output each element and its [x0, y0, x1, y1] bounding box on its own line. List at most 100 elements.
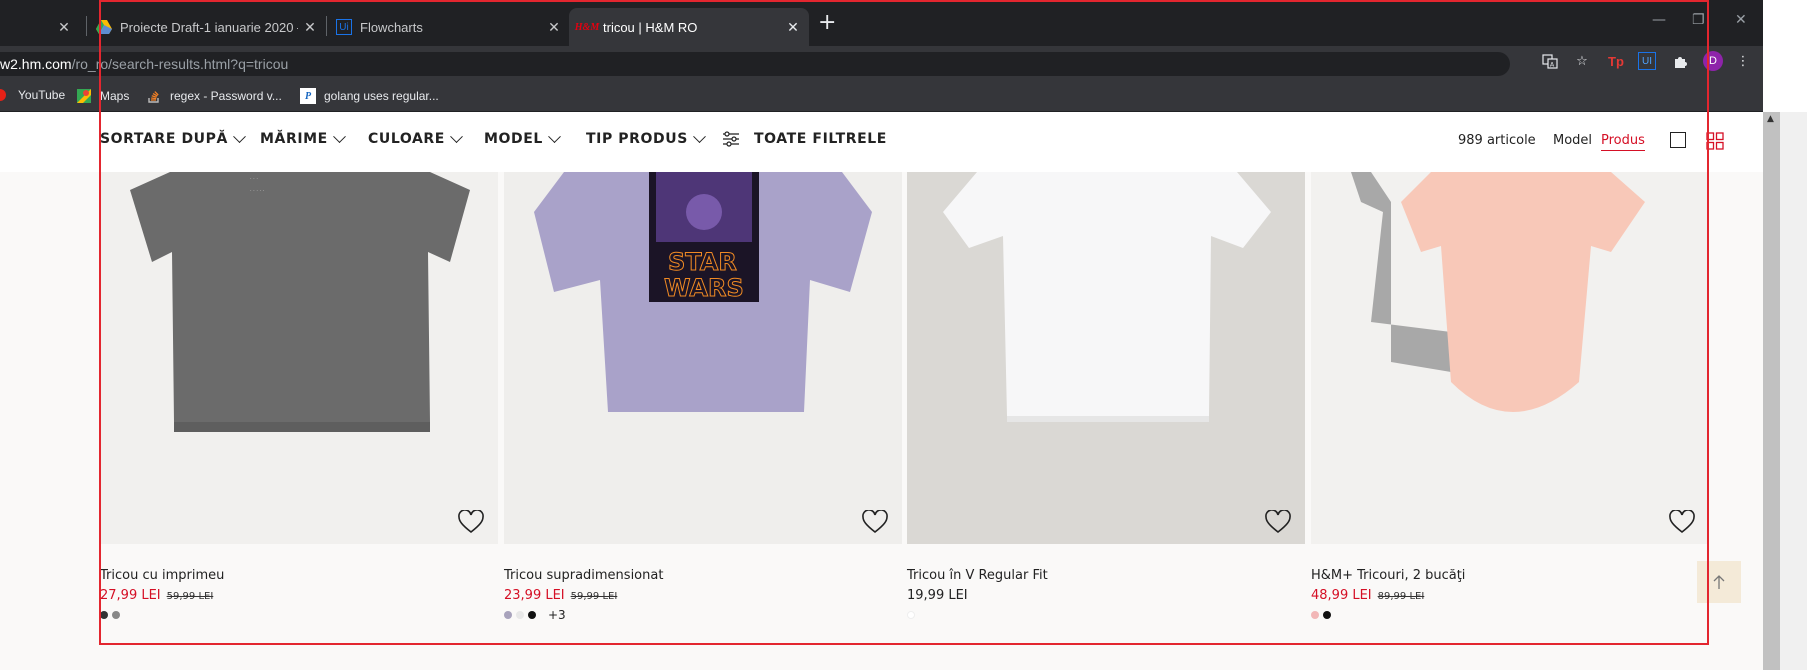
filter-size[interactable]: MĂRIME [260, 129, 346, 147]
color-swatch[interactable] [112, 611, 120, 619]
color-swatch[interactable] [1323, 611, 1331, 619]
restore-button[interactable]: ❐ [1692, 12, 1705, 28]
bookmark-maps[interactable]: Maps [76, 88, 129, 104]
filter-product-type[interactable]: TIP PRODUS [586, 129, 706, 147]
bookmark-youtube[interactable]: YouTube [0, 88, 65, 102]
single-view-icon[interactable] [1670, 132, 1686, 148]
tab-strip: ✕ Proiecte Draft-1 ianuarie 2020 – G ✕ U… [0, 0, 1763, 46]
product-price: 23,99 LEI [504, 588, 565, 603]
maps-icon [76, 88, 92, 104]
result-count: 989 articole [1458, 133, 1536, 148]
product-prices: 27,99 LEI 59,99 LEI [100, 588, 500, 603]
chevron-down-icon [450, 129, 463, 143]
product-price: 19,99 LEI [907, 588, 968, 603]
heart-icon[interactable] [458, 510, 484, 534]
tab-previous[interactable]: ✕ [0, 8, 78, 46]
filter-all[interactable]: TOATE FILTRELE [722, 131, 887, 147]
bookmark-label: YouTube [18, 88, 66, 102]
color-swatch[interactable] [528, 611, 536, 619]
tab-separator [326, 16, 327, 36]
bookmark-regex[interactable]: regex - Password v... [146, 88, 282, 104]
svg-text:· · ·: · · · [250, 176, 258, 182]
ui-icon: Ui [336, 19, 352, 35]
tab-label: Flowcharts [360, 19, 423, 35]
tab-google-drive[interactable]: Proiecte Draft-1 ianuarie 2020 – G ✕ [96, 8, 318, 46]
filter-sort[interactable]: SORTARE DUPĂ [100, 129, 246, 147]
address-bar: w2.hm.com/ro_ro/search-results.html?q=tr… [0, 46, 1763, 82]
product-old-price: 89,99 LEI [1377, 591, 1425, 602]
hm-logo-icon: H&M [574, 21, 600, 33]
arrow-up-icon [1713, 575, 1725, 589]
ui-extension-icon[interactable]: UI [1638, 52, 1656, 70]
color-swatch[interactable] [516, 611, 524, 619]
translate-icon[interactable]: A [1540, 51, 1560, 71]
product-price: 48,99 LEI [1311, 588, 1372, 603]
product-card[interactable]: STAR WARS Tricou supradimensionat 23,99 … [504, 172, 904, 622]
url-field[interactable]: w2.hm.com/ro_ro/search-results.html?q=tr… [0, 52, 1510, 76]
product-image[interactable]: · · · · · · · · [100, 172, 498, 544]
star-icon[interactable]: ☆ [1572, 51, 1592, 71]
profile-avatar[interactable]: D [1703, 51, 1723, 71]
more-colors[interactable]: +3 [548, 608, 566, 622]
filter-label: TIP PRODUS [586, 131, 688, 147]
color-swatches [1311, 608, 1711, 622]
color-swatch[interactable] [504, 611, 512, 619]
color-swatch[interactable] [1311, 611, 1319, 619]
close-icon[interactable]: ✕ [785, 19, 801, 36]
scroll-up-arrow-icon[interactable]: ▲ [1767, 114, 1774, 124]
bookmark-golang[interactable]: P golang uses regular... [300, 88, 439, 104]
view-product-toggle[interactable]: Produs [1601, 133, 1645, 151]
product-prices: 48,99 LEI 89,99 LEI [1311, 588, 1711, 603]
chevron-down-icon [332, 129, 346, 143]
color-swatches: +3 [504, 608, 904, 622]
view-model-toggle[interactable]: Model [1553, 133, 1592, 148]
window-close-button[interactable]: ✕ [1735, 12, 1747, 28]
svg-text:WARS: WARS [664, 274, 744, 302]
product-image[interactable] [1311, 172, 1709, 544]
heart-icon[interactable] [1265, 510, 1291, 534]
filter-color[interactable]: CULOARE [368, 129, 463, 147]
tp-extension-icon[interactable]: Tp [1606, 51, 1626, 71]
back-to-top-button[interactable] [1697, 561, 1741, 603]
tab-hm-active[interactable]: H&M tricou | H&M RO ✕ [569, 8, 809, 46]
puzzle-icon[interactable] [1670, 51, 1690, 71]
product-image[interactable]: STAR WARS [504, 172, 902, 544]
product-card[interactable]: H&M+ Tricouri, 2 bucăţi 48,99 LEI 89,99 L… [1311, 172, 1711, 622]
product-image[interactable] [907, 172, 1305, 544]
close-icon[interactable]: ✕ [302, 19, 318, 36]
color-swatch[interactable] [100, 611, 108, 619]
product-card[interactable]: Tricou în V Regular Fit 19,99 LEI [907, 172, 1307, 622]
heart-icon[interactable] [1669, 510, 1695, 534]
product-name[interactable]: Tricou în V Regular Fit [907, 568, 1307, 583]
bookmarks-bar: YouTube Maps regex - Password v... P gol… [0, 82, 1763, 112]
minimize-button[interactable]: — [1652, 12, 1666, 28]
filter-label: TOATE FILTRELE [754, 131, 887, 147]
new-tab-button[interactable]: + [818, 11, 836, 35]
product-prices: 19,99 LEI [907, 588, 1307, 603]
filter-label: MODEL [484, 131, 543, 147]
product-name[interactable]: H&M+ Tricouri, 2 bucăţi [1311, 568, 1711, 583]
sliders-icon [722, 131, 740, 147]
tab-label: tricou | H&M RO [603, 19, 698, 35]
stackoverflow-icon [146, 88, 162, 104]
product-name[interactable]: Tricou supradimensionat [504, 568, 904, 583]
product-name[interactable]: Tricou cu imprimeu [100, 568, 500, 583]
tab-separator [86, 16, 87, 36]
pdf-icon: P [300, 88, 316, 104]
product-card[interactable]: · · · · · · · · Tricou cu imprimeu 27,99… [100, 172, 500, 622]
bookmark-label: golang uses regular... [324, 89, 439, 103]
scrollbar-thumb[interactable] [1763, 112, 1780, 670]
tab-label: Proiecte Draft-1 ianuarie 2020 – G [120, 19, 298, 35]
close-icon[interactable]: ✕ [546, 19, 562, 36]
filter-model[interactable]: MODEL [484, 129, 561, 147]
color-swatches [907, 608, 1307, 622]
heart-icon[interactable] [862, 510, 888, 534]
grid-view-icon[interactable] [1706, 132, 1724, 154]
color-swatch[interactable] [907, 611, 915, 619]
close-icon[interactable]: ✕ [56, 19, 72, 36]
google-drive-icon [96, 19, 112, 35]
bookmark-label: Maps [100, 89, 130, 103]
tab-flowcharts[interactable]: Ui Flowcharts ✕ [336, 8, 562, 46]
product-old-price: 59,99 LEI [570, 591, 618, 602]
menu-kebab-icon[interactable]: ⋮ [1733, 51, 1753, 71]
